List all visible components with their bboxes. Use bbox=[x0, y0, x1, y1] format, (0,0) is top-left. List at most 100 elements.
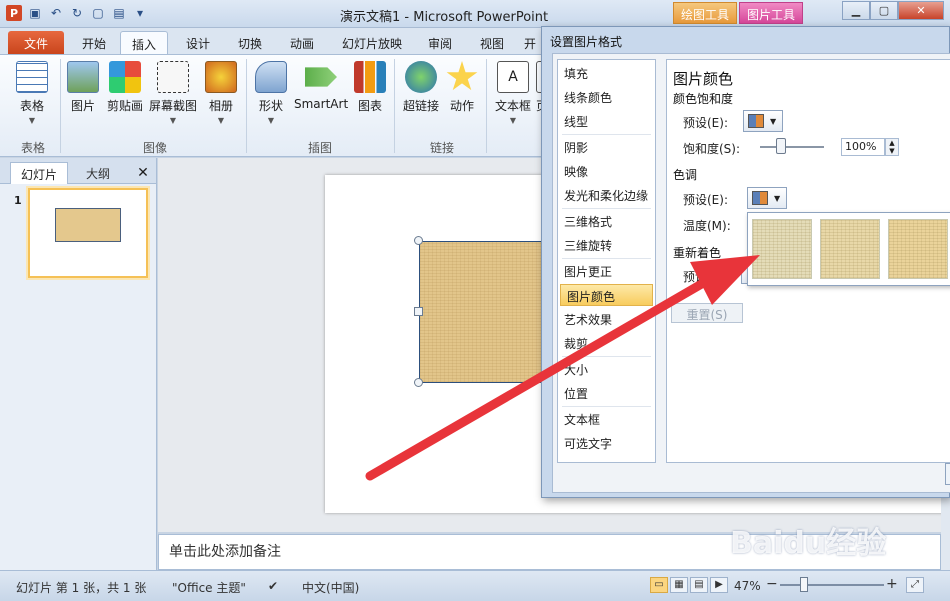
customize-qat-icon[interactable]: ▾ bbox=[132, 5, 148, 21]
tab-file[interactable]: 文件 bbox=[8, 31, 64, 54]
redo-icon[interactable]: ↻ bbox=[69, 5, 85, 21]
picture-icon bbox=[67, 61, 99, 93]
saturation-value-input[interactable]: 100% bbox=[841, 138, 885, 156]
tone-section-title: 色调 bbox=[673, 168, 698, 182]
zoom-slider-thumb[interactable] bbox=[800, 577, 808, 592]
group-label-image: 图像 bbox=[142, 141, 167, 155]
nav-item-size[interactable]: 大小 bbox=[558, 358, 655, 380]
hyperlink-button[interactable]: 超链接 bbox=[400, 61, 442, 114]
open-folder-icon[interactable]: ▤ bbox=[111, 5, 127, 21]
zoom-in-icon[interactable]: + bbox=[886, 576, 898, 592]
shapes-button[interactable]: 形状 ▼ bbox=[252, 61, 290, 125]
undo-icon[interactable]: ↶ bbox=[48, 5, 64, 21]
resize-handle[interactable] bbox=[414, 378, 423, 387]
close-icon[interactable]: ✕ bbox=[898, 1, 944, 20]
saturation-slider-thumb[interactable] bbox=[776, 138, 786, 154]
tab-transitions[interactable]: 切换 bbox=[228, 31, 272, 54]
recolor-section-title: 重新着色 bbox=[673, 246, 722, 260]
context-tab-picture-tools[interactable]: 图片工具 bbox=[739, 2, 804, 24]
nav-item-glow[interactable]: 发光和柔化边缘 bbox=[558, 184, 655, 206]
clipart-button[interactable]: 剪贴画 bbox=[104, 61, 146, 114]
screenshot-button[interactable]: 屏幕截图 ▼ bbox=[148, 61, 198, 125]
tone-swatch-cool[interactable] bbox=[752, 219, 812, 279]
slide-thumbnail[interactable] bbox=[28, 188, 148, 278]
tab-animations[interactable]: 动画 bbox=[280, 31, 324, 54]
album-button[interactable]: 相册 ▼ bbox=[202, 61, 240, 125]
chevron-down-icon: ▼ bbox=[774, 193, 781, 203]
zoom-level[interactable]: 47% bbox=[734, 579, 761, 593]
zoom-slider[interactable] bbox=[780, 584, 884, 586]
nav-item-3d-format[interactable]: 三维格式 bbox=[558, 210, 655, 232]
tab-slideshow[interactable]: 幻灯片放映 bbox=[334, 31, 410, 54]
close-pane-icon[interactable]: ✕ bbox=[134, 162, 152, 184]
zoom-out-icon[interactable]: − bbox=[766, 576, 778, 592]
minimize-icon[interactable]: ▁ bbox=[842, 1, 870, 20]
nav-item-shadow[interactable]: 阴影 bbox=[558, 136, 655, 158]
nav-item-3d-rotation[interactable]: 三维旋转 bbox=[558, 234, 655, 256]
nav-item-reflection[interactable]: 映像 bbox=[558, 160, 655, 182]
nav-separator bbox=[562, 208, 651, 209]
dialog-close-button-partial[interactable] bbox=[945, 463, 950, 485]
color-preset-icon bbox=[748, 114, 764, 128]
resize-handle[interactable] bbox=[414, 307, 423, 316]
title-bar: P ▣ ↶ ↻ ▢ ▤ ▾ 演示文稿1 - Microsoft PowerPoi… bbox=[0, 0, 950, 28]
slide-sorter-icon[interactable]: ▦ bbox=[670, 577, 688, 593]
saturation-preset-label: 预设(E): bbox=[683, 116, 728, 130]
photo-album-icon bbox=[205, 61, 237, 93]
action-button-label: 动作 bbox=[449, 99, 474, 113]
saturation-preset-dropdown[interactable]: ▼ bbox=[743, 110, 783, 132]
baidu-watermark: Baidu经验 bbox=[730, 526, 887, 561]
tab-insert[interactable]: 插入 bbox=[120, 31, 168, 54]
tab-view[interactable]: 视图 bbox=[470, 31, 514, 54]
selected-picture[interactable] bbox=[419, 241, 559, 383]
nav-item-alt-text[interactable]: 可选文字 bbox=[558, 432, 655, 454]
smartart-button[interactable]: SmartArt bbox=[294, 61, 348, 111]
action-button[interactable]: 动作 bbox=[444, 61, 480, 114]
nav-item-line-color[interactable]: 线条颜色 bbox=[558, 86, 655, 108]
reset-button[interactable]: 重置(S) bbox=[671, 303, 743, 323]
language[interactable]: 中文(中国) bbox=[302, 579, 359, 596]
resize-handle[interactable] bbox=[414, 236, 423, 245]
normal-view-icon[interactable]: ▭ bbox=[650, 577, 668, 593]
clipart-button-label: 剪贴画 bbox=[106, 99, 143, 113]
reading-view-icon[interactable]: ▤ bbox=[690, 577, 708, 593]
tab-partial[interactable]: 开 bbox=[520, 31, 540, 54]
dialog-nav: 填充 线条颜色 线型 阴影 映像 发光和柔化边缘 三维格式 三维旋转 图片更正 … bbox=[557, 59, 656, 463]
nav-item-picture-color[interactable]: 图片颜色 bbox=[560, 284, 653, 306]
smartart-button-label: SmartArt bbox=[294, 97, 349, 111]
maximize-icon[interactable]: ▢ bbox=[870, 1, 898, 20]
tone-preset-label: 预设(E): bbox=[683, 193, 728, 207]
context-tab-drawing-tools[interactable]: 绘图工具 bbox=[673, 2, 738, 24]
slideshow-view-icon[interactable]: ▶ bbox=[710, 577, 728, 593]
table-button[interactable]: 表格 ▼ bbox=[12, 61, 52, 125]
screenshot-icon bbox=[157, 61, 189, 93]
save-icon[interactable]: ▣ bbox=[27, 5, 43, 21]
tab-home[interactable]: 开始 bbox=[72, 31, 116, 54]
tab-design[interactable]: 设计 bbox=[176, 31, 220, 54]
tone-preset-dropdown[interactable]: ▼ bbox=[747, 187, 787, 209]
spellcheck-icon[interactable]: ✔ bbox=[268, 579, 278, 593]
color-preset-icon bbox=[752, 191, 768, 205]
nav-item-position[interactable]: 位置 bbox=[558, 382, 655, 404]
nav-item-line-style[interactable]: 线型 bbox=[558, 110, 655, 132]
textbox-button[interactable]: A 文本框 ▼ bbox=[492, 61, 534, 125]
nav-item-picture-corrections[interactable]: 图片更正 bbox=[558, 260, 655, 282]
fit-to-window-icon[interactable]: ⤢ bbox=[906, 577, 924, 593]
nav-item-textbox[interactable]: 文本框 bbox=[558, 408, 655, 430]
tone-swatch-neutral[interactable] bbox=[820, 219, 880, 279]
tab-slides[interactable]: 幻灯片 bbox=[10, 162, 68, 184]
group-separator bbox=[486, 59, 487, 153]
picture-button[interactable]: 图片 bbox=[64, 61, 102, 114]
nav-item-crop[interactable]: 裁剪 bbox=[558, 332, 655, 354]
tab-outline[interactable]: 大纲 bbox=[70, 162, 126, 184]
saturation-spinner-icon[interactable]: ▲ ▼ bbox=[885, 138, 899, 156]
new-file-icon[interactable]: ▢ bbox=[90, 5, 106, 21]
group-separator bbox=[246, 59, 247, 153]
saturation-slider[interactable] bbox=[760, 146, 824, 148]
nav-item-fill[interactable]: 填充 bbox=[558, 62, 655, 84]
tone-swatch-warm[interactable] bbox=[888, 219, 948, 279]
nav-item-artistic-effects[interactable]: 艺术效果 bbox=[558, 308, 655, 330]
textbox-icon: A bbox=[497, 61, 529, 93]
chart-button[interactable]: 图表 bbox=[352, 61, 388, 114]
tab-review[interactable]: 审阅 bbox=[418, 31, 462, 54]
